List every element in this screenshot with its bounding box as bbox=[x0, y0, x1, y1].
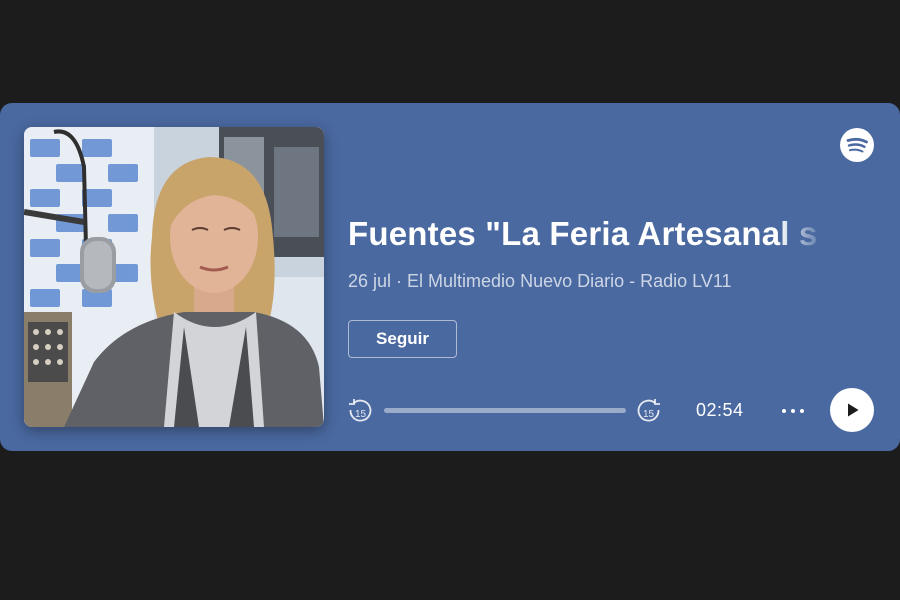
episode-title[interactable]: Fuentes "La Feria Artesanal s bbox=[348, 215, 826, 253]
spotify-embed-card: Fuentes "La Feria Artesanal s 26 jul · E… bbox=[0, 103, 900, 451]
episode-cover-image[interactable] bbox=[24, 127, 324, 427]
skip-back-seconds: 15 bbox=[355, 409, 367, 420]
skip-forward-svg: 15 bbox=[637, 399, 660, 422]
skip-forward-15-icon[interactable]: 15 bbox=[635, 397, 663, 425]
more-dot bbox=[782, 409, 786, 413]
more-options-icon[interactable] bbox=[777, 395, 809, 427]
skip-back-svg: 15 bbox=[349, 399, 372, 422]
play-button[interactable] bbox=[830, 388, 874, 432]
spotify-icon[interactable] bbox=[840, 128, 874, 162]
more-dot bbox=[791, 409, 795, 413]
spotify-logo-svg bbox=[840, 128, 874, 162]
player-controls: 15 15 02:54 bbox=[346, 388, 876, 432]
episode-duration: 02:54 bbox=[696, 400, 744, 420]
progress-bar[interactable] bbox=[384, 408, 626, 413]
skip-back-15-icon[interactable]: 15 bbox=[346, 397, 374, 425]
skip-forward-seconds: 15 bbox=[643, 409, 655, 420]
cover-illustration bbox=[24, 127, 324, 427]
play-icon bbox=[848, 403, 859, 417]
episode-subtitle[interactable]: 26 jul · El Multimedio Nuevo Diario - Ra… bbox=[348, 271, 732, 292]
more-dot bbox=[800, 409, 804, 413]
follow-button[interactable]: Seguir bbox=[348, 320, 457, 358]
